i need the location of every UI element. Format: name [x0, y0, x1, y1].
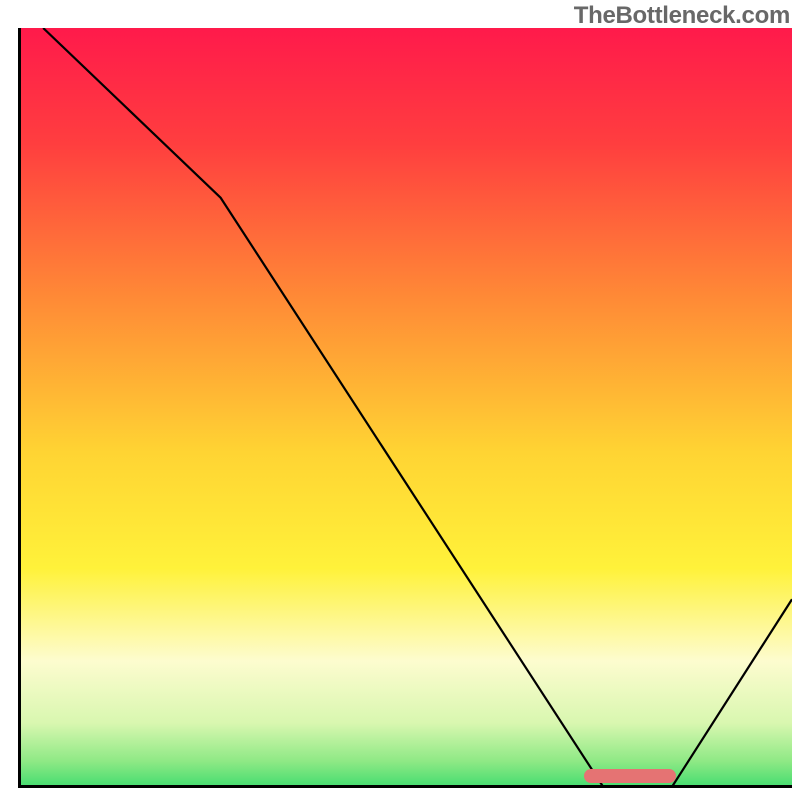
y-axis [18, 28, 21, 788]
optimal-range-marker [584, 769, 677, 783]
data-curve [20, 28, 792, 786]
chart-container: TheBottleneck.com [0, 0, 800, 800]
plot-area [20, 28, 792, 786]
x-axis [18, 785, 792, 788]
watermark-text: TheBottleneck.com [574, 2, 790, 30]
